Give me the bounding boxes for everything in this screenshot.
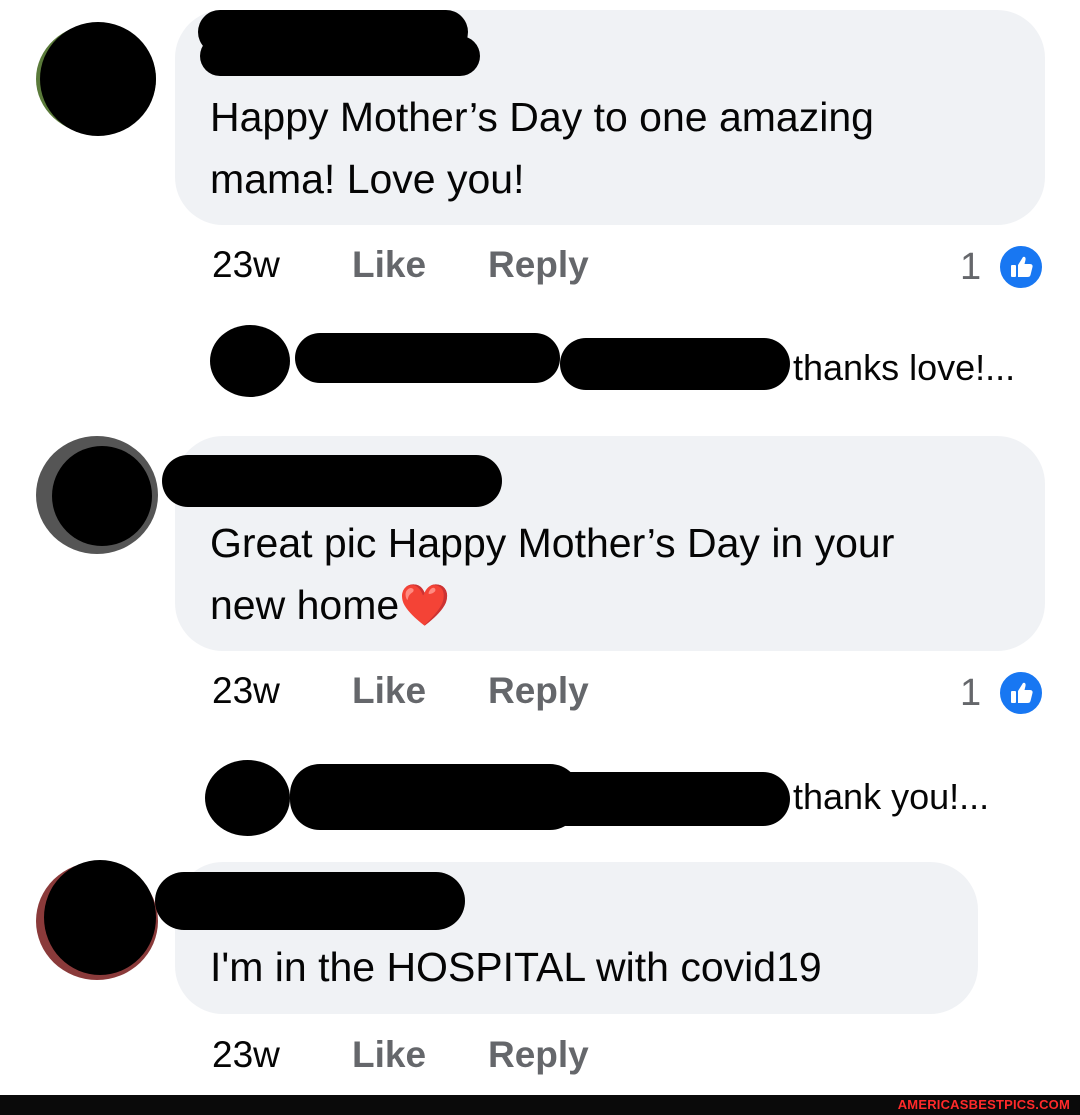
redacted-commenter-name[interactable] bbox=[162, 455, 502, 507]
avatar[interactable] bbox=[40, 22, 156, 136]
like-button[interactable]: Like bbox=[352, 670, 426, 712]
comment-timestamp[interactable]: 23w bbox=[212, 670, 280, 712]
reply-preview-text[interactable]: thanks love!... bbox=[793, 347, 1015, 389]
redacted-reply-author bbox=[560, 338, 790, 390]
comment-text-line: mama! Love you! bbox=[210, 156, 525, 202]
like-thumb-icon bbox=[998, 244, 1044, 290]
reply-button[interactable]: Reply bbox=[488, 244, 589, 286]
comment-text-line: Great pic Happy Mother’s Day in your bbox=[210, 520, 895, 566]
redacted-commenter-name[interactable] bbox=[155, 872, 465, 930]
reaction-count[interactable]: 1 bbox=[960, 672, 981, 715]
redacted-reply-author bbox=[540, 772, 790, 826]
like-button[interactable]: Like bbox=[352, 1034, 426, 1076]
avatar[interactable] bbox=[44, 860, 156, 975]
reply-avatar[interactable] bbox=[210, 325, 290, 397]
reaction-count[interactable]: 1 bbox=[960, 246, 981, 289]
redacted-reply-author[interactable] bbox=[290, 764, 580, 830]
heart-emoji-icon: ❤️ bbox=[399, 582, 451, 628]
comment-timestamp[interactable]: 23w bbox=[212, 1034, 280, 1076]
reply-avatar[interactable] bbox=[205, 760, 290, 836]
comment-text-fragment: new home bbox=[210, 582, 400, 628]
redacted-reply-author[interactable] bbox=[295, 333, 560, 383]
comment-text-line: I'm in the HOSPITAL with covid19 bbox=[210, 944, 822, 990]
comment-timestamp[interactable]: 23w bbox=[212, 244, 280, 286]
like-button[interactable]: Like bbox=[352, 244, 426, 286]
comment-text-line: Happy Mother’s Day to one amazing bbox=[210, 94, 874, 140]
reply-preview-text[interactable]: thank you!... bbox=[793, 776, 989, 818]
reply-button[interactable]: Reply bbox=[488, 1034, 589, 1076]
reply-button[interactable]: Reply bbox=[488, 670, 589, 712]
avatar[interactable] bbox=[52, 446, 152, 546]
watermark-brand: AMERICASBESTPICS.COM bbox=[897, 1097, 1070, 1112]
comment-text-line: new home❤️ bbox=[210, 574, 450, 636]
redacted-commenter-name bbox=[200, 36, 480, 76]
like-thumb-icon bbox=[998, 670, 1044, 716]
